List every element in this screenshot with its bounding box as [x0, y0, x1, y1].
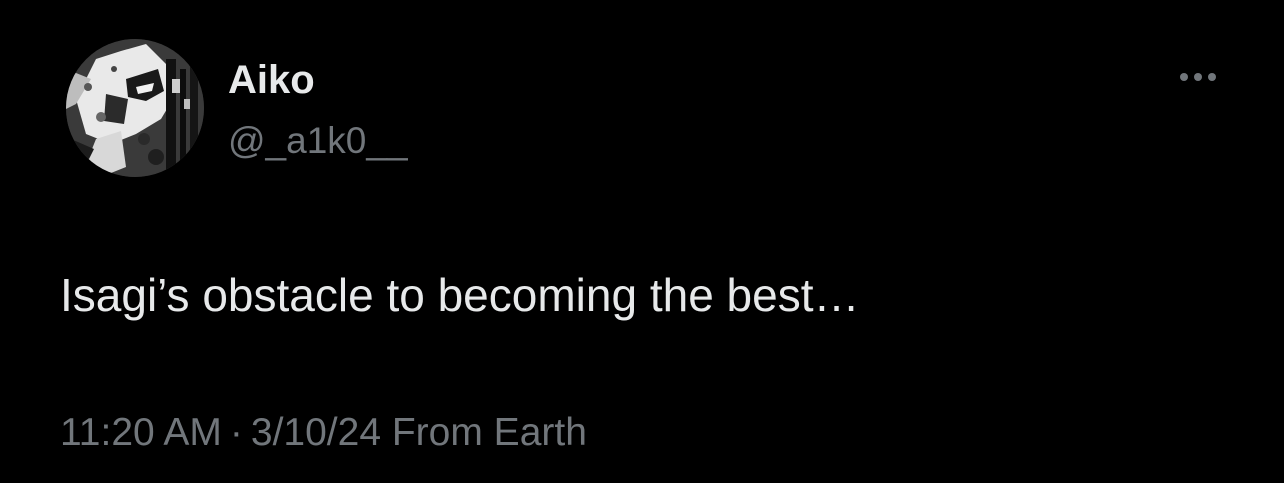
tweet-source: From Earth	[391, 411, 587, 454]
avatar-image	[66, 39, 204, 177]
more-options-icon[interactable]	[1168, 60, 1228, 94]
author-display-name[interactable]: Aiko	[228, 56, 315, 104]
meta-separator: ·	[229, 411, 243, 454]
more-dot	[1208, 73, 1216, 81]
tweet-text: Isagi’s obstacle to becoming the best…	[60, 269, 860, 321]
tweet-metadata: 11:20 AM · 3/10/24 From Earth	[60, 408, 587, 458]
tweet: Aiko @_a1k0__ Isagi’s obstacle to becomi…	[0, 0, 1284, 483]
avatar[interactable]	[66, 39, 204, 177]
more-dot	[1180, 73, 1188, 81]
more-dot	[1194, 73, 1202, 81]
author-handle[interactable]: @_a1k0__	[228, 119, 408, 163]
tweet-time[interactable]: 11:20 AM	[60, 411, 222, 454]
tweet-date[interactable]: 3/10/24	[251, 411, 381, 454]
